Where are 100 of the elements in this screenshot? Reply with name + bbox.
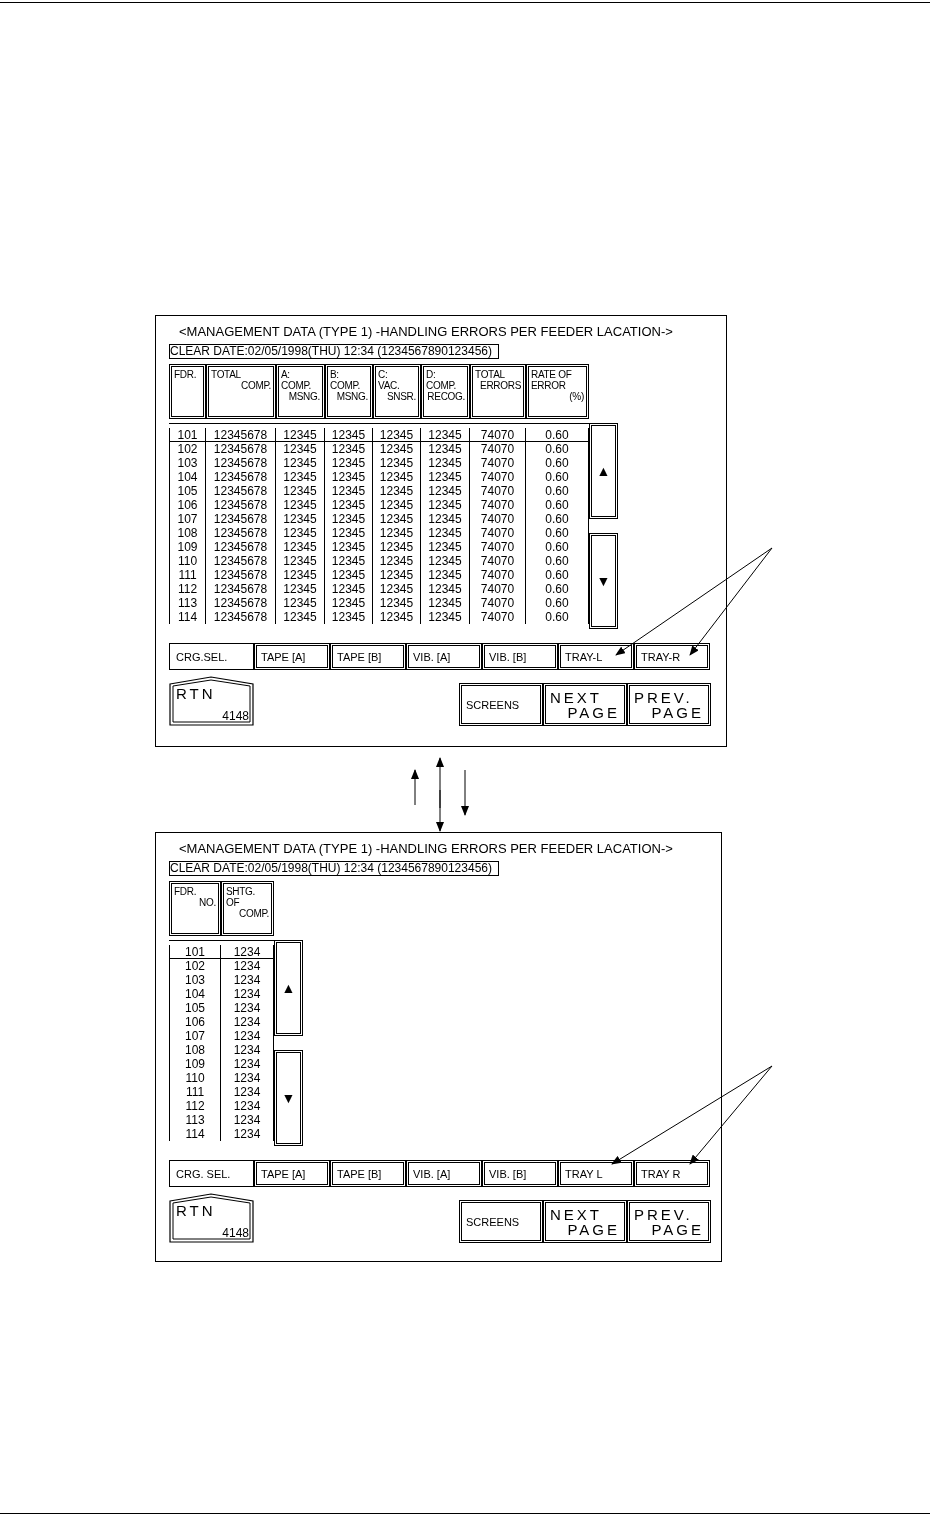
up-arrow [411, 769, 419, 806]
table-cell: 106 [185, 1015, 205, 1029]
column-header[interactable]: B: COMP. MSNG. [325, 364, 373, 419]
carriage-select-label: CRG.SEL. [169, 643, 254, 670]
table-cell: 12345 [331, 442, 366, 456]
table-cell: 12345678 [213, 610, 268, 624]
table-cell: 12345 [379, 456, 414, 470]
clear-date: CLEAR DATE:02/05/1998(THU) 12:34 (1234567890123456) [169, 344, 499, 359]
nav-button[interactable]: SCREENS [459, 1200, 543, 1243]
carriage-button[interactable]: VIB. [B] [482, 643, 558, 670]
table-cell: 12345 [428, 442, 462, 456]
column-header[interactable]: C: VAC. SNSR. [373, 364, 421, 419]
table-cell: 12345 [283, 442, 317, 456]
down-arrow [461, 769, 469, 816]
table-cell: 0.60 [545, 582, 569, 596]
scroll-up-button[interactable]: ▲ [274, 940, 303, 1036]
table-cell: 12345678 [213, 512, 268, 526]
carriage-button[interactable]: TAPE [A] [254, 643, 330, 670]
table-cell: 12345 [379, 428, 414, 442]
table-cell: 12345 [379, 484, 414, 498]
table-cell: 0.60 [545, 540, 569, 554]
scroll-up-button[interactable]: ▲ [589, 423, 618, 519]
table-cell: 101 [185, 945, 205, 959]
table-cell: 1234 [233, 1001, 261, 1015]
table-cell: 108 [185, 1043, 205, 1057]
carriage-button[interactable]: TRAY-R [634, 643, 710, 670]
table-cell: 107 [177, 512, 198, 526]
table-cell: 113 [185, 1113, 205, 1127]
nav-button[interactable]: PREV. PAGE [627, 683, 711, 726]
table-cell: 12345 [331, 456, 366, 470]
table-cell: 113 [177, 596, 198, 610]
carriage-button[interactable]: TAPE [A] [254, 1160, 330, 1187]
table-cell: 12345678 [213, 526, 268, 540]
column-header[interactable]: A: COMP. MSNG. [276, 364, 325, 419]
carriage-select-label: CRG. SEL. [169, 1160, 254, 1187]
column-header[interactable]: FDR. NO. [169, 881, 221, 936]
table-cell: 104 [185, 987, 205, 1001]
table-cell: 74070 [480, 582, 515, 596]
table-cell: 12345 [331, 540, 366, 554]
table-cell: 12345 [428, 568, 462, 582]
table-cell: 0.60 [545, 498, 569, 512]
table-cell: 114 [185, 1127, 205, 1141]
carriage-button[interactable]: TRAY-L [558, 643, 634, 670]
table-cell: 12345678 [213, 498, 268, 512]
carriage-button[interactable]: TRAY R [634, 1160, 710, 1187]
table-cell: 1234 [233, 1085, 261, 1099]
carriage-button[interactable]: TAPE [B] [330, 1160, 406, 1187]
nav-button[interactable]: SCREENS [459, 683, 543, 726]
table-cell: 12345 [379, 610, 414, 624]
table-cell: 1234 [233, 1015, 261, 1029]
table-cell: 106 [177, 498, 198, 512]
table-cell: 74070 [480, 456, 515, 470]
table-cell: 110 [177, 554, 198, 568]
table-cell: 12345 [379, 512, 414, 526]
scroll-down-button[interactable]: ▼ [274, 1050, 303, 1146]
column-header[interactable]: TOTAL COMP. [206, 364, 276, 419]
table-cell: 12345678 [213, 484, 268, 498]
table-cell: 109 [177, 540, 198, 554]
table-cell: 1234 [233, 1113, 261, 1127]
carriage-button[interactable]: VIB. [A] [406, 1160, 482, 1187]
return-button[interactable]: RTN 4148 [169, 676, 254, 726]
table-cell: 12345678 [213, 456, 268, 470]
table-cell: 12345 [283, 498, 317, 512]
nav-button[interactable]: PREV. PAGE [627, 1200, 711, 1243]
table-cell: 1234 [233, 1029, 261, 1043]
table-cell: 103 [177, 456, 198, 470]
table-cell: 12345 [379, 582, 414, 596]
table-cell: 12345 [428, 596, 462, 610]
table-cell: 12345 [428, 498, 462, 512]
table-cell: 74070 [480, 554, 515, 568]
column-header[interactable]: TOTAL ERRORS [470, 364, 526, 419]
table-cell: 12345 [428, 610, 462, 624]
table-cell: 74070 [480, 512, 515, 526]
carriage-button[interactable]: VIB. [A] [406, 643, 482, 670]
table-cell: 12345 [428, 470, 462, 484]
column-header[interactable]: FDR. [169, 364, 206, 419]
table-cell: 114 [177, 610, 198, 624]
carriage-button[interactable]: TRAY L [558, 1160, 634, 1187]
table-cell: 1234 [233, 945, 261, 959]
table-cell: 12345 [283, 456, 317, 470]
table-cell: 12345678 [213, 470, 268, 484]
table-cell: 104 [177, 470, 198, 484]
table-cell: 12345 [283, 484, 317, 498]
carriage-button[interactable]: TAPE [B] [330, 643, 406, 670]
table-cell: 112 [185, 1099, 205, 1113]
table-cell: 74070 [480, 484, 515, 498]
table-cell: 12345 [379, 442, 414, 456]
table-cell: 74070 [480, 596, 515, 610]
nav-button[interactable]: NEXT PAGE [543, 683, 627, 726]
return-button[interactable]: RTN 4148 [169, 1193, 254, 1243]
nav-button[interactable]: NEXT PAGE [543, 1200, 627, 1243]
table-cell: 12345678 [213, 568, 268, 582]
column-header[interactable]: SHTG. OF COMP. [221, 881, 274, 936]
scroll-down-button[interactable]: ▼ [589, 533, 618, 629]
table-cell: 12345 [283, 428, 317, 442]
column-header[interactable]: RATE OF ERROR (%) [526, 364, 589, 419]
table-cell: 0.60 [545, 610, 569, 624]
table-cell: 1234 [233, 1071, 261, 1085]
carriage-button[interactable]: VIB. [B] [482, 1160, 558, 1187]
column-header[interactable]: D: COMP. RECOG. [421, 364, 470, 419]
